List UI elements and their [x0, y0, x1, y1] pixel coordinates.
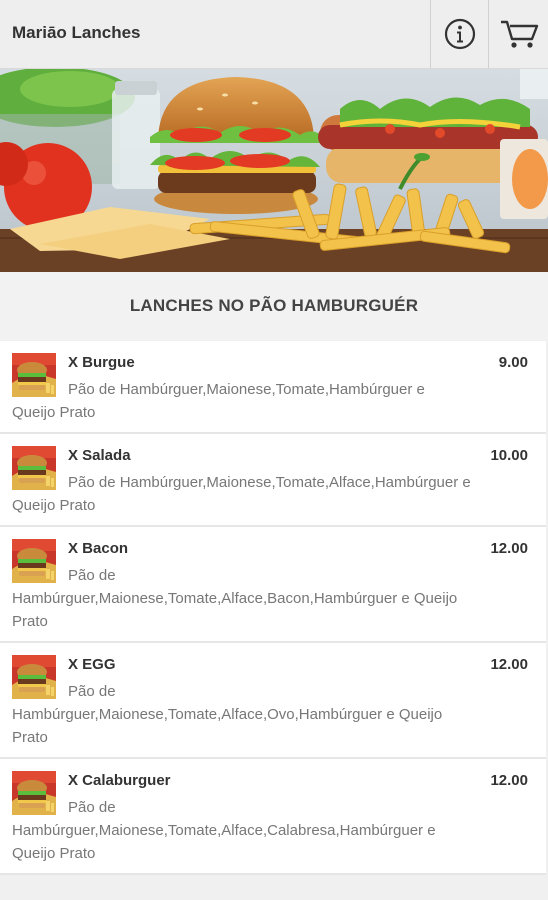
burger-thumbnail	[12, 771, 56, 815]
item-description: Pão de Hambúrguer,Maionese,Tomate,Alface…	[12, 474, 471, 514]
item-description: Pão de Hambúrguer,Maionese,Tomate,Alface…	[12, 799, 436, 862]
item-name: X Burgue	[68, 354, 135, 371]
burger-thumbnail	[12, 655, 56, 699]
menu-item[interactable]: X Burgue Pão de Hambúrguer,Maionese,Toma…	[0, 341, 546, 434]
cart-button[interactable]	[488, 0, 548, 68]
item-price: 9.00	[498, 354, 528, 371]
item-name: X Bacon	[68, 540, 129, 557]
item-price: 12.00	[490, 656, 528, 673]
item-name: X Salada	[68, 447, 131, 464]
menu-item[interactable]: X Bacon Pão de Hambúrguer,Maionese,Tomat…	[0, 527, 546, 643]
menu-item[interactable]: X Salada Pão de Hambúrguer,Maionese,Toma…	[0, 434, 546, 527]
item-price: 10.00	[490, 447, 528, 464]
cart-icon	[501, 20, 539, 48]
burger-thumbnail	[12, 353, 56, 397]
item-name: X Calaburguer	[68, 772, 171, 789]
hero-banner	[0, 69, 548, 272]
item-description: Pão de Hambúrguer,Maionese,Tomate,Alface…	[12, 567, 458, 630]
item-price: 12.00	[490, 772, 528, 789]
app-title: Mariāo Lanches	[12, 23, 141, 42]
item-description: Pão de Hambúrguer,Maionese,Tomate,Hambúr…	[12, 381, 425, 421]
menu-item[interactable]: X Calaburguer Pão de Hambúrguer,Maionese…	[0, 759, 546, 875]
item-name: X EGG	[68, 656, 116, 673]
menu-item[interactable]: X EGG Pão de Hambúrguer,Maionese,Tomate,…	[0, 643, 546, 759]
menu-list: X Burgue Pão de Hambúrguer,Maionese,Toma…	[0, 341, 546, 875]
info-button[interactable]	[430, 0, 489, 68]
item-price: 12.00	[490, 540, 528, 557]
burger-banner-image	[0, 69, 548, 272]
burger-thumbnail	[12, 446, 56, 490]
info-icon	[444, 18, 476, 50]
item-description: Pão de Hambúrguer,Maionese,Tomate,Alface…	[12, 683, 443, 746]
burger-thumbnail	[12, 539, 56, 583]
section-title: LANCHES NO PÃO HAMBURGUÉR	[0, 272, 548, 340]
app-header: Mariāo Lanches	[0, 0, 548, 69]
